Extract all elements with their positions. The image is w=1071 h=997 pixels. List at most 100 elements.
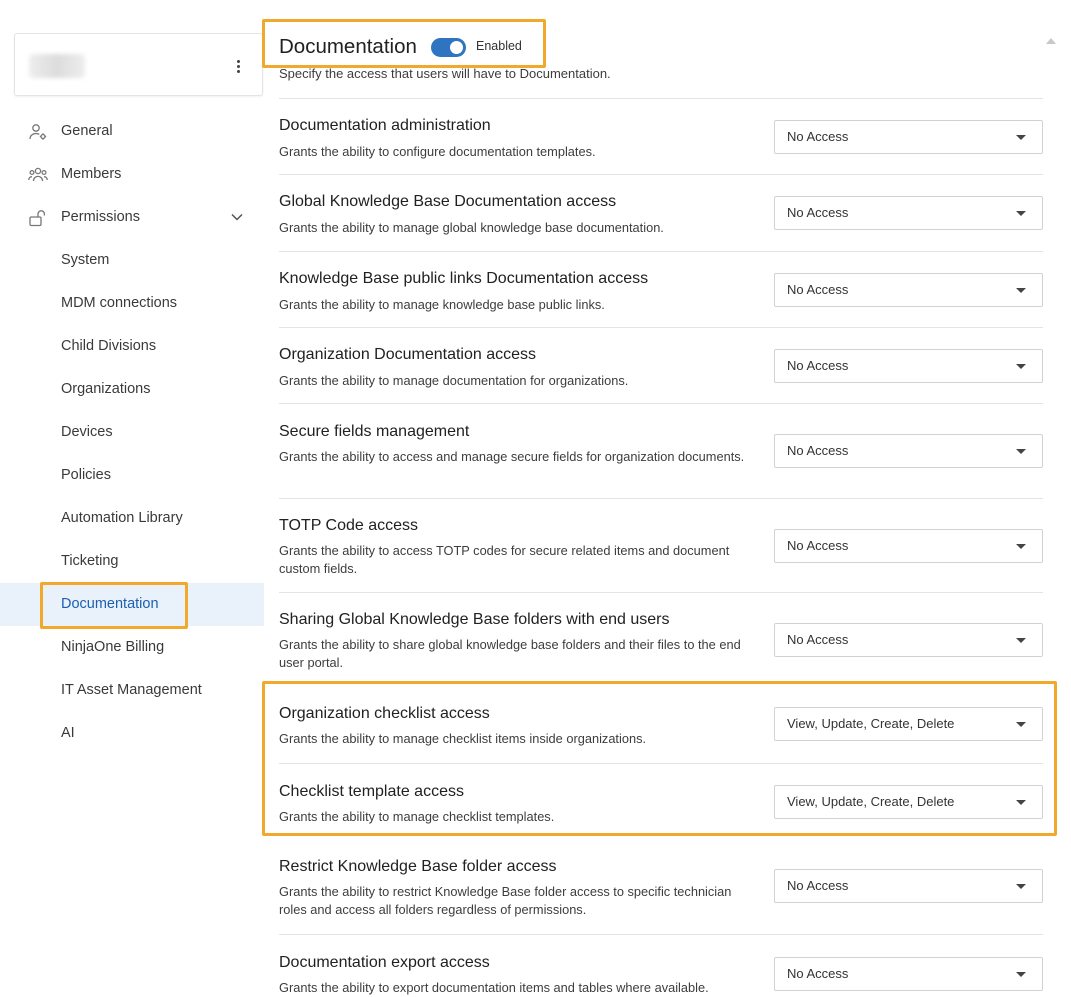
sidebar-subitem-label: AI bbox=[61, 725, 75, 741]
access-level-select-sharing-global-knowledge-base-folders-with-end-users[interactable]: No Access bbox=[774, 623, 1043, 657]
caret-down-icon bbox=[1016, 364, 1026, 369]
sidebar-subitem-ai[interactable]: AI bbox=[0, 712, 264, 755]
access-level-select-documentation-export-access[interactable]: No Access bbox=[774, 957, 1043, 991]
caret-down-icon bbox=[1016, 972, 1026, 977]
permission-description: Grants the ability to manage checklist t… bbox=[279, 809, 555, 824]
permission-description: Grants the ability to manage checklist i… bbox=[279, 731, 647, 746]
enabled-toggle[interactable] bbox=[431, 38, 466, 57]
caret-down-icon bbox=[1016, 449, 1026, 454]
sidebar-subitem-organizations[interactable]: Organizations bbox=[0, 368, 264, 411]
access-level-select-secure-fields-management[interactable]: No Access bbox=[774, 434, 1043, 468]
sidebar-subitem-label: Organizations bbox=[61, 381, 151, 397]
chevron-down-icon[interactable] bbox=[230, 210, 244, 224]
access-level-select-knowledge-base-public-links-documentation-access[interactable]: No Access bbox=[774, 273, 1043, 307]
permission-description: Grants the ability to share global knowl… bbox=[279, 637, 741, 670]
access-level-select-global-knowledge-base-documentation-access[interactable]: No Access bbox=[774, 196, 1043, 230]
permission-description: Grants the ability to configure document… bbox=[279, 144, 596, 159]
lock-open-icon bbox=[29, 210, 46, 227]
select-value: No Access bbox=[787, 632, 849, 647]
permission-row-documentation-administration: Documentation administration Grants the a… bbox=[279, 98, 1043, 174]
permission-row-documentation-export-access: Documentation export access Grants the ab… bbox=[279, 934, 1043, 995]
sidebar-subitem-label: Ticketing bbox=[61, 553, 119, 569]
sidebar-subitem-mdm-connections[interactable]: MDM connections bbox=[0, 282, 264, 325]
permission-description: Grants the ability to restrict Knowledge… bbox=[279, 884, 732, 917]
sidebar-subitem-label: IT Asset Management bbox=[61, 682, 202, 698]
sidebar-subitem-system[interactable]: System bbox=[0, 239, 264, 282]
permission-title: Checklist template access bbox=[279, 783, 464, 800]
permission-row-global-knowledge-base-documentation-access: Global Knowledge Base Documentation acce… bbox=[279, 174, 1043, 251]
sidebar-item-members[interactable]: Members bbox=[0, 153, 264, 196]
permission-row-restrict-knowledge-base-folder-access: Restrict Knowledge Base folder access Gra… bbox=[279, 839, 1043, 934]
select-value: No Access bbox=[787, 205, 849, 220]
sidebar-item-general[interactable]: General bbox=[0, 110, 264, 153]
permission-row-organization-documentation-access: Organization Documentation access Grants … bbox=[279, 327, 1043, 403]
toggle-label: Enabled bbox=[476, 39, 522, 53]
page-description: Specify the access that users will have … bbox=[279, 66, 611, 81]
permission-row-totp-code-access: TOTP Code access Grants the ability to ac… bbox=[279, 498, 1043, 592]
sidebar-subitem-ninjaone-billing[interactable]: NinjaOne Billing bbox=[0, 626, 264, 669]
kebab-menu-icon[interactable] bbox=[230, 56, 246, 76]
permission-description: Grants the ability to access TOTP codes … bbox=[279, 543, 730, 576]
permission-description: Grants the ability to access and manage … bbox=[279, 449, 745, 464]
permission-description: Grants the ability to manage documentati… bbox=[279, 373, 629, 388]
select-value: View, Update, Create, Delete bbox=[787, 716, 955, 731]
permission-title: Documentation export access bbox=[279, 954, 490, 971]
sidebar-subitem-devices[interactable]: Devices bbox=[0, 411, 264, 454]
permission-title: Organization checklist access bbox=[279, 705, 490, 722]
access-level-select-organization-documentation-access[interactable]: No Access bbox=[774, 349, 1043, 383]
select-value: View, Update, Create, Delete bbox=[787, 794, 955, 809]
sidebar-item-label: Permissions bbox=[61, 209, 140, 225]
sidebar-subitem-automation-library[interactable]: Automation Library bbox=[0, 497, 264, 540]
permission-title: Restrict Knowledge Base folder access bbox=[279, 858, 557, 875]
sidebar-subitem-label: Policies bbox=[61, 467, 111, 483]
access-level-select-organization-checklist-access[interactable]: View, Update, Create, Delete bbox=[774, 707, 1043, 741]
sidebar-subitem-label: NinjaOne Billing bbox=[61, 639, 165, 655]
permission-title: Documentation administration bbox=[279, 117, 491, 134]
sidebar-subitem-label: System bbox=[61, 252, 110, 268]
permission-title: Sharing Global Knowledge Base folders wi… bbox=[279, 611, 670, 628]
sidebar-subitem-policies[interactable]: Policies bbox=[0, 454, 264, 497]
access-level-select-checklist-template-access[interactable]: View, Update, Create, Delete bbox=[774, 785, 1043, 819]
select-value: No Access bbox=[787, 966, 849, 981]
user-gear-icon bbox=[29, 124, 47, 140]
sidebar-subitem-ticketing[interactable]: Ticketing bbox=[0, 540, 264, 583]
sidebar-subitem-label: Documentation bbox=[61, 596, 159, 612]
scroll-up-arrow-icon[interactable] bbox=[1046, 38, 1056, 44]
permission-title: Global Knowledge Base Documentation acce… bbox=[279, 193, 617, 210]
caret-down-icon bbox=[1016, 544, 1026, 549]
select-value: No Access bbox=[787, 443, 849, 458]
sidebar-item-permissions[interactable]: Permissions bbox=[0, 196, 264, 239]
access-level-select-totp-code-access[interactable]: No Access bbox=[774, 529, 1043, 563]
sidebar-subitem-it-asset-management[interactable]: IT Asset Management bbox=[0, 669, 264, 712]
organization-logo bbox=[29, 54, 85, 78]
permission-row-checklist-template-access: Checklist template access Grants the abil… bbox=[279, 763, 1043, 839]
permission-description: Grants the ability to export documentati… bbox=[279, 980, 709, 995]
sidebar-subitem-label: Child Divisions bbox=[61, 338, 157, 354]
permission-row-organization-checklist-access: Organization checklist access Grants the … bbox=[279, 686, 1043, 763]
organization-card bbox=[14, 33, 263, 96]
access-level-select-restrict-knowledge-base-folder-access[interactable]: No Access bbox=[774, 869, 1043, 903]
sidebar-subitem-documentation[interactable]: Documentation bbox=[0, 583, 264, 626]
permissions-panel: Documentation Enabled Specify the access… bbox=[279, 0, 1043, 995]
caret-down-icon bbox=[1016, 288, 1026, 293]
sidebar-item-label: Members bbox=[61, 166, 122, 182]
permission-row-knowledge-base-public-links-documentation-access: Knowledge Base public links Documentatio… bbox=[279, 251, 1043, 327]
caret-down-icon bbox=[1016, 884, 1026, 889]
users-icon bbox=[28, 167, 48, 182]
permission-description: Grants the ability to manage knowledge b… bbox=[279, 297, 605, 312]
permission-title: Secure fields management bbox=[279, 423, 470, 440]
access-level-select-documentation-administration[interactable]: No Access bbox=[774, 120, 1043, 154]
select-value: No Access bbox=[787, 358, 849, 373]
caret-down-icon bbox=[1016, 638, 1026, 643]
caret-down-icon bbox=[1016, 722, 1026, 727]
permission-title: Organization Documentation access bbox=[279, 346, 537, 363]
caret-down-icon bbox=[1016, 800, 1026, 805]
sidebar-subitem-child-divisions[interactable]: Child Divisions bbox=[0, 325, 264, 368]
select-value: No Access bbox=[787, 538, 849, 553]
permission-row-secure-fields-management: Secure fields management Grants the abili… bbox=[279, 403, 1043, 498]
sidebar-nav: General Members Permissions System MDM c… bbox=[0, 110, 264, 755]
sidebar-subitem-label: Automation Library bbox=[61, 510, 183, 526]
sidebar-item-label: General bbox=[61, 123, 113, 139]
permission-title: Knowledge Base public links Documentatio… bbox=[279, 270, 649, 287]
sidebar-subitem-label: Devices bbox=[61, 424, 113, 440]
